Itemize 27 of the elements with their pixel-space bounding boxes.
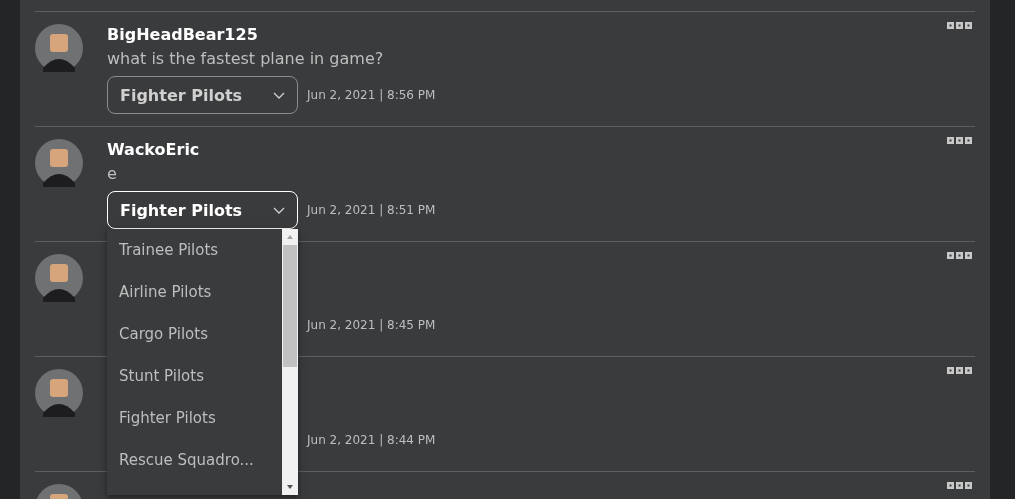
dropdown-option[interactable]: Cargo Pilots (107, 313, 282, 355)
more-options-icon[interactable] (947, 137, 973, 145)
username[interactable]: WackoEric (107, 140, 200, 159)
timestamp: Jun 2, 2021 | 8:44 PM (307, 433, 436, 447)
avatar-icon[interactable] (35, 24, 83, 72)
scrollbar[interactable] (282, 229, 298, 495)
dropdown-option[interactable]: Stunt Pilots (107, 355, 282, 397)
chevron-down-icon (273, 206, 285, 214)
avatar-icon[interactable] (35, 254, 83, 302)
avatar-icon[interactable] (35, 369, 83, 417)
more-options-icon[interactable] (947, 367, 973, 375)
timestamp: Jun 2, 2021 | 8:45 PM (307, 318, 436, 332)
timestamp: Jun 2, 2021 | 8:56 PM (307, 88, 436, 102)
chevron-down-icon (273, 91, 285, 99)
more-options-icon[interactable] (947, 22, 973, 30)
post-message: what is the fastest plane in game? (107, 49, 384, 68)
avatar-icon[interactable] (35, 139, 83, 187)
group-dropdown[interactable]: Fighter Pilots (107, 76, 298, 114)
more-options-icon[interactable] (947, 482, 973, 490)
username[interactable]: BigHeadBear125 (107, 25, 258, 44)
dropdown-option[interactable]: Rescue Squadro... (107, 439, 282, 481)
dropdown-option[interactable]: Fighter Pilots (107, 397, 282, 439)
post-message: e (107, 164, 117, 183)
dropdown-option[interactable]: Airline Pilots (107, 271, 282, 313)
more-options-icon[interactable] (947, 252, 973, 260)
timestamp: Jun 2, 2021 | 8:51 PM (307, 203, 436, 217)
dropdown-option[interactable]: Trainee Pilots (107, 229, 282, 271)
